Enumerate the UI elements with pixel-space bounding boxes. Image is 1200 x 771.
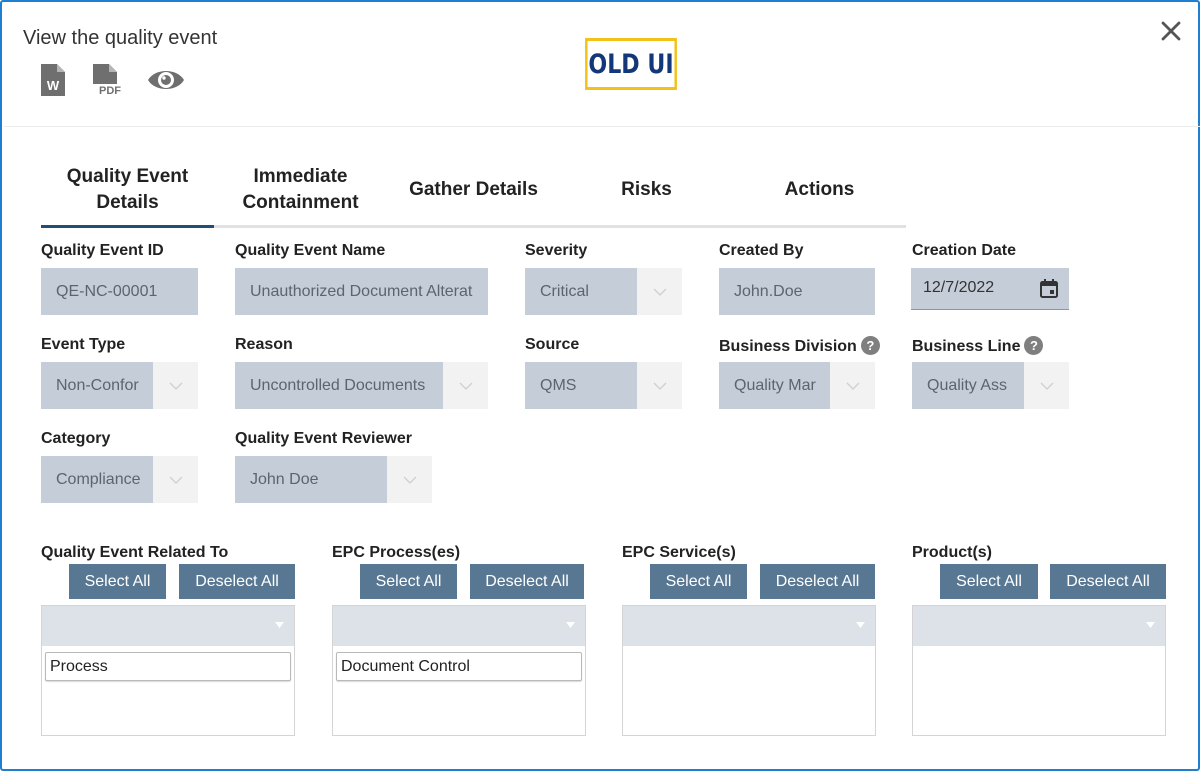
business-line-select[interactable]: Quality Ass [912,362,1069,409]
event-name-field: Unauthorized Document Alterat [235,268,488,315]
chevron-down-icon [153,362,198,409]
preview-eye-icon[interactable] [147,66,185,94]
source-select[interactable]: QMS [525,362,682,409]
chevron-down-icon [637,268,682,315]
tab-risks[interactable]: Risks [560,154,733,226]
business-division-label-text: Business Division [719,338,857,355]
event-id-label: Quality Event ID [41,242,164,259]
products-listbox[interactable] [912,605,1166,736]
event-id-field: QE-NC-00001 [41,268,198,315]
close-icon[interactable] [1158,18,1184,44]
chevron-down-icon [443,362,488,409]
epc-process-deselect-all-button[interactable]: Deselect All [470,564,584,599]
caret-down-icon [856,622,865,628]
products-deselect-all-button[interactable]: Deselect All [1050,564,1166,599]
epc-service-select-all-button[interactable]: Select All [650,564,747,599]
listbox-header[interactable] [913,606,1165,646]
listbox-header[interactable] [42,606,294,646]
related-to-listbox[interactable]: Process [41,605,295,736]
epc-process-label: EPC Process(es) [332,544,461,561]
tab-quality-event-details[interactable]: Quality Event Details [41,154,214,228]
created-by-field: John.Doe [719,268,875,315]
source-label: Source [525,336,580,353]
created-by-label: Created By [719,242,804,259]
tab-label: Actions [784,179,855,200]
severity-select[interactable]: Critical [525,268,682,315]
business-line-value: Quality Ass [912,362,1024,409]
severity-label: Severity [525,242,588,259]
dialog-title: View the quality event [23,27,218,49]
products-select-all-button[interactable]: Select All [940,564,1038,599]
tab-label: Risks [621,179,672,200]
caret-down-icon [275,622,284,628]
reason-select[interactable]: Uncontrolled Documents [235,362,488,409]
business-line-label-text: Business Line [912,338,1021,355]
tab-label: Immediate Containment [242,166,359,213]
tab-immediate-containment[interactable]: Immediate Containment [214,154,387,226]
word-icon-letter: W [47,78,60,93]
creation-date-label: Creation Date [912,242,1017,259]
tab-gather-details[interactable]: Gather Details [387,154,560,226]
pdf-icon-text: PDF [99,85,121,96]
help-icon[interactable]: ? [860,336,880,355]
chevron-down-icon [830,362,875,409]
epc-service-deselect-all-button[interactable]: Deselect All [760,564,875,599]
severity-value: Critical [525,268,637,315]
business-division-value: Quality Mar [719,362,830,409]
caret-down-icon [566,622,575,628]
related-to-deselect-all-button[interactable]: Deselect All [179,564,295,599]
related-to-label: Quality Event Related To [41,544,229,561]
header-divider [4,126,1200,127]
reviewer-select[interactable]: John Doe [235,456,432,503]
category-select[interactable]: Compliance [41,456,198,503]
event-type-select[interactable]: Non-Confor [41,362,198,409]
event-name-label: Quality Event Name [235,242,386,259]
listbox-header[interactable] [623,606,875,646]
tab-actions[interactable]: Actions [733,154,906,226]
epc-service-listbox[interactable] [622,605,876,736]
pdf-export-icon[interactable]: PDF [93,64,127,96]
related-to-select-all-button[interactable]: Select All [69,564,166,599]
tab-label: Quality Event Details [66,165,189,213]
reason-label: Reason [235,336,293,353]
creation-date-value: 12/7/2022 [923,279,995,296]
chevron-down-icon [637,362,682,409]
source-value: QMS [525,362,637,409]
event-type-value: Non-Confor [41,362,153,409]
chevron-down-icon [387,456,432,503]
epc-process-select-all-button[interactable]: Select All [360,564,457,599]
chevron-down-icon [153,456,198,503]
category-label: Category [41,430,111,447]
word-export-icon[interactable]: W [41,64,65,96]
category-value: Compliance [41,456,153,503]
epc-service-label: EPC Service(s) [622,544,736,561]
tab-bar: Quality Event Details Immediate Containm… [41,154,906,228]
calendar-icon[interactable] [1040,279,1058,298]
reviewer-value: John Doe [235,456,387,503]
chevron-down-icon [1024,362,1069,409]
list-item[interactable]: Process [45,652,291,681]
tab-label: Gather Details [409,179,538,200]
reason-value: Uncontrolled Documents [235,362,443,409]
dialog-frame: View the quality event W PDF OLD UI Qual… [0,0,1200,771]
reviewer-label: Quality Event Reviewer [235,430,412,447]
help-icon[interactable]: ? [1024,336,1044,355]
event-type-label: Event Type [41,336,126,353]
creation-date-field[interactable]: 12/7/2022 [911,268,1069,310]
list-item[interactable]: Document Control [336,652,582,681]
products-label: Product(s) [912,544,992,561]
epc-process-listbox[interactable]: Document Control [332,605,586,736]
listbox-header[interactable] [333,606,585,646]
business-line-label: Business Line? [912,336,1044,356]
business-division-select[interactable]: Quality Mar [719,362,875,409]
business-division-label: Business Division? [719,336,880,356]
caret-down-icon [1146,622,1155,628]
old-ui-badge: OLD UI [585,38,677,90]
